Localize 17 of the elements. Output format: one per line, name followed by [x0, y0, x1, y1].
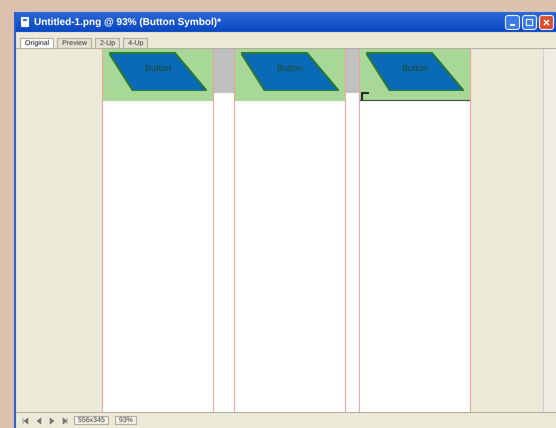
app-icon [20, 16, 30, 28]
next-icon[interactable] [61, 416, 68, 424]
close-button[interactable] [539, 14, 554, 30]
window-title: Untitled-1.png @ 93% (Button Symbol)* [34, 16, 221, 28]
first-icon[interactable] [22, 416, 29, 424]
scroll-bar[interactable] [543, 49, 556, 412]
minimize-button[interactable] [505, 14, 520, 30]
previous-icon[interactable] [35, 416, 42, 424]
button-label: Button [144, 63, 172, 73]
button-label: Button [276, 63, 304, 73]
close-icon [543, 18, 550, 26]
button-label: Button [402, 63, 428, 73]
gutter-strip [214, 49, 234, 93]
gutter-strip [346, 49, 359, 93]
maximize-icon [526, 18, 533, 26]
maximize-button[interactable] [522, 14, 537, 30]
play-icon[interactable] [48, 416, 55, 424]
